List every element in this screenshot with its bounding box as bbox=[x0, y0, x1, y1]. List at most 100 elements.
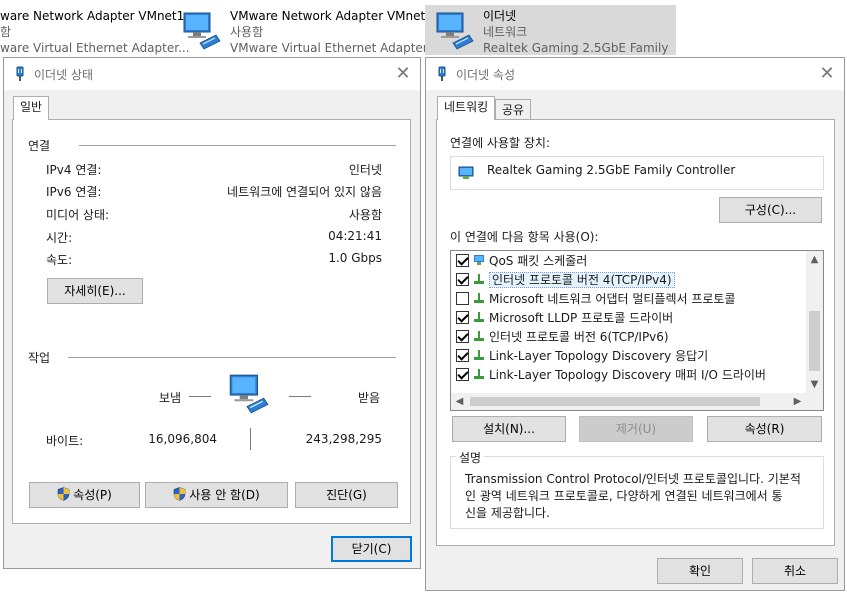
adapter-status: 사용함 bbox=[230, 25, 264, 39]
vertical-scrollbar[interactable]: ▲ ▼ bbox=[806, 251, 823, 393]
close-icon[interactable]: ✕ bbox=[386, 58, 420, 90]
properties-button-label: 속성(P) bbox=[73, 488, 112, 502]
checkbox[interactable] bbox=[456, 330, 469, 343]
connect-using-label: 연결에 사용할 장치: bbox=[450, 136, 550, 150]
item-label: 인터넷 프로토콜 버전 4(TCP/IPv4) bbox=[489, 272, 675, 288]
adapter-description: ware Virtual Ethernet Adapter... bbox=[0, 41, 190, 55]
adapter-vmnet8[interactable]: VMware Network Adapter VMnet8 사용함 VMware… bbox=[172, 5, 438, 55]
close-button[interactable]: 닫기(C) bbox=[331, 536, 412, 562]
list-item[interactable]: Link-Layer Topology Discovery 응답기 bbox=[456, 347, 708, 366]
received-line bbox=[289, 396, 311, 397]
vertical-scroll-thumb[interactable] bbox=[809, 311, 820, 371]
install-button[interactable]: 설치(N)... bbox=[452, 416, 566, 442]
adapter-card-icon bbox=[458, 166, 474, 179]
scroll-up-arrow-icon[interactable]: ▲ bbox=[806, 251, 823, 268]
bytes-divider bbox=[250, 428, 251, 450]
item-label: QoS 패킷 스케줄러 bbox=[489, 254, 588, 268]
adapter-name: 이더넷 bbox=[483, 9, 517, 23]
adapter-status: 함 bbox=[0, 25, 12, 39]
diagnose-button[interactable]: 진단(G) bbox=[295, 482, 398, 508]
protocol-icon bbox=[474, 293, 484, 303]
properties-button[interactable]: 속성(P) bbox=[29, 482, 140, 508]
ipv6-label: IPv6 연결: bbox=[46, 185, 102, 199]
protocol-icon bbox=[474, 350, 484, 360]
checkbox[interactable] bbox=[456, 254, 469, 267]
checkbox[interactable] bbox=[456, 368, 469, 381]
speed-value: 1.0 Gbps bbox=[328, 251, 382, 265]
adapter-ethernet[interactable]: 이더넷 네트워크 Realtek Gaming 2.5GbE Family C.… bbox=[425, 5, 676, 55]
adapter-description: VMware Virtual Ethernet Adapter... bbox=[230, 41, 439, 55]
scroll-left-arrow-icon[interactable]: ◀ bbox=[451, 393, 468, 410]
item-label: Microsoft LLDP 프로토콜 드라이버 bbox=[489, 311, 674, 325]
tab-sharing[interactable]: 공유 bbox=[495, 99, 532, 120]
adapter-name: ware Network Adapter VMnet1 bbox=[0, 9, 185, 23]
dialog-title: 이더넷 속성 bbox=[456, 68, 516, 82]
list-item[interactable]: 인터넷 프로토콜 버전 6(TCP/IPv6) bbox=[456, 328, 669, 347]
props-title-bar: 이더넷 속성 ✕ bbox=[426, 58, 844, 90]
item-properties-button[interactable]: 속성(R) bbox=[707, 416, 822, 442]
ok-button[interactable]: 확인 bbox=[657, 558, 743, 584]
list-item[interactable]: Link-Layer Topology Discovery 매퍼 I/O 드라이… bbox=[456, 366, 766, 385]
duration-label: 시간: bbox=[46, 231, 73, 245]
device-box: Realtek Gaming 2.5GbE Family Controller bbox=[450, 156, 824, 190]
item-label: Microsoft 네트워크 어댑터 멀티플렉서 프로토콜 bbox=[489, 292, 736, 306]
sent-line bbox=[189, 396, 211, 397]
scroll-right-arrow-icon[interactable]: ▶ bbox=[789, 393, 806, 410]
cancel-button[interactable]: 취소 bbox=[752, 558, 838, 584]
ipv4-label: IPv4 연결: bbox=[46, 163, 102, 177]
adapter-status: 네트워크 bbox=[483, 25, 528, 39]
bytes-sent-value: 16,096,804 bbox=[148, 432, 217, 446]
list-item[interactable]: QoS 패킷 스케줄러 bbox=[456, 252, 587, 271]
protocol-icon bbox=[474, 312, 484, 322]
description-line: 인 광역 네트워크 프로토콜로, 다양하게 연결된 네트워크에서 통 bbox=[465, 489, 783, 503]
list-item[interactable]: Microsoft 네트워크 어댑터 멀티플렉서 프로토콜 bbox=[456, 290, 736, 309]
protocol-icon bbox=[474, 274, 484, 284]
media-state-label: 미디어 상태: bbox=[46, 208, 110, 222]
adapter-vmnet1[interactable]: ware Network Adapter VMnet1 함 ware Virtu… bbox=[0, 5, 190, 55]
bytes-received-value: 243,298,295 bbox=[305, 432, 382, 446]
list-item[interactable]: 인터넷 프로토콜 버전 4(TCP/IPv4) bbox=[456, 271, 675, 290]
close-icon[interactable]: ✕ bbox=[810, 58, 844, 90]
disable-button[interactable]: 사용 안 함(D) bbox=[145, 482, 288, 508]
checkbox[interactable] bbox=[456, 349, 469, 362]
networking-panel: 연결에 사용할 장치: Realtek Gaming 2.5GbE Family… bbox=[436, 119, 835, 546]
adapter-name: VMware Network Adapter VMnet8 bbox=[230, 9, 433, 23]
item-label: Link-Layer Topology Discovery 응답기 bbox=[489, 349, 709, 363]
uac-shield-icon bbox=[173, 487, 186, 501]
scroll-corner bbox=[806, 393, 823, 410]
ipv6-value: 네트워크에 연결되어 있지 않음 bbox=[227, 185, 382, 199]
horizontal-scroll-thumb[interactable] bbox=[470, 397, 760, 406]
status-title-bar: 이더넷 상태 ✕ bbox=[4, 58, 420, 90]
scroll-down-arrow-icon[interactable]: ▼ bbox=[806, 376, 823, 393]
checkbox[interactable] bbox=[456, 311, 469, 324]
uac-shield-icon bbox=[57, 487, 70, 501]
dialog-title: 이더넷 상태 bbox=[34, 68, 94, 82]
ethernet-properties-dialog: 이더넷 속성 ✕ 네트워킹 공유 연결에 사용할 장치: Realtek Gam… bbox=[425, 57, 845, 591]
tab-networking[interactable]: 네트워킹 bbox=[437, 96, 496, 120]
tab-general[interactable]: 일반 bbox=[13, 96, 50, 120]
media-state-value: 사용함 bbox=[348, 208, 382, 222]
network-activity-icon bbox=[229, 374, 269, 414]
network-connection-icon bbox=[16, 66, 24, 81]
items-label: 이 연결에 다음 항목 사용(O): bbox=[450, 230, 599, 244]
protocol-icon bbox=[474, 331, 484, 341]
network-connection-icon bbox=[438, 66, 446, 81]
checkbox[interactable] bbox=[456, 273, 469, 286]
details-button[interactable]: 자세히(E)... bbox=[47, 278, 143, 304]
status-panel: 연결 IPv4 연결: 인터넷 IPv6 연결: 네트워크에 연결되어 있지 않… bbox=[12, 119, 411, 524]
activity-divider bbox=[68, 357, 396, 358]
configure-button[interactable]: 구성(C)... bbox=[719, 197, 822, 223]
received-label: 받음 bbox=[358, 391, 381, 405]
speed-label: 속도: bbox=[46, 253, 73, 267]
connection-divider bbox=[79, 145, 396, 146]
duration-value: 04:21:41 bbox=[328, 229, 382, 243]
list-item[interactable]: Microsoft LLDP 프로토콜 드라이버 bbox=[456, 309, 673, 328]
activity-section-label: 작업 bbox=[28, 351, 51, 365]
horizontal-scrollbar[interactable]: ◀ ▶ bbox=[451, 393, 806, 410]
ipv4-value: 인터넷 bbox=[348, 163, 382, 177]
ethernet-status-dialog: 이더넷 상태 ✕ 일반 연결 IPv4 연결: 인터넷 IPv6 연결: 네트워… bbox=[3, 57, 421, 569]
items-listbox[interactable]: QoS 패킷 스케줄러 인터넷 프로토콜 버전 4(TCP/IPv4) Micr… bbox=[450, 250, 824, 411]
item-label: 인터넷 프로토콜 버전 6(TCP/IPv6) bbox=[489, 330, 669, 344]
uninstall-button[interactable]: 제거(U) bbox=[579, 416, 693, 442]
checkbox[interactable] bbox=[456, 292, 469, 305]
